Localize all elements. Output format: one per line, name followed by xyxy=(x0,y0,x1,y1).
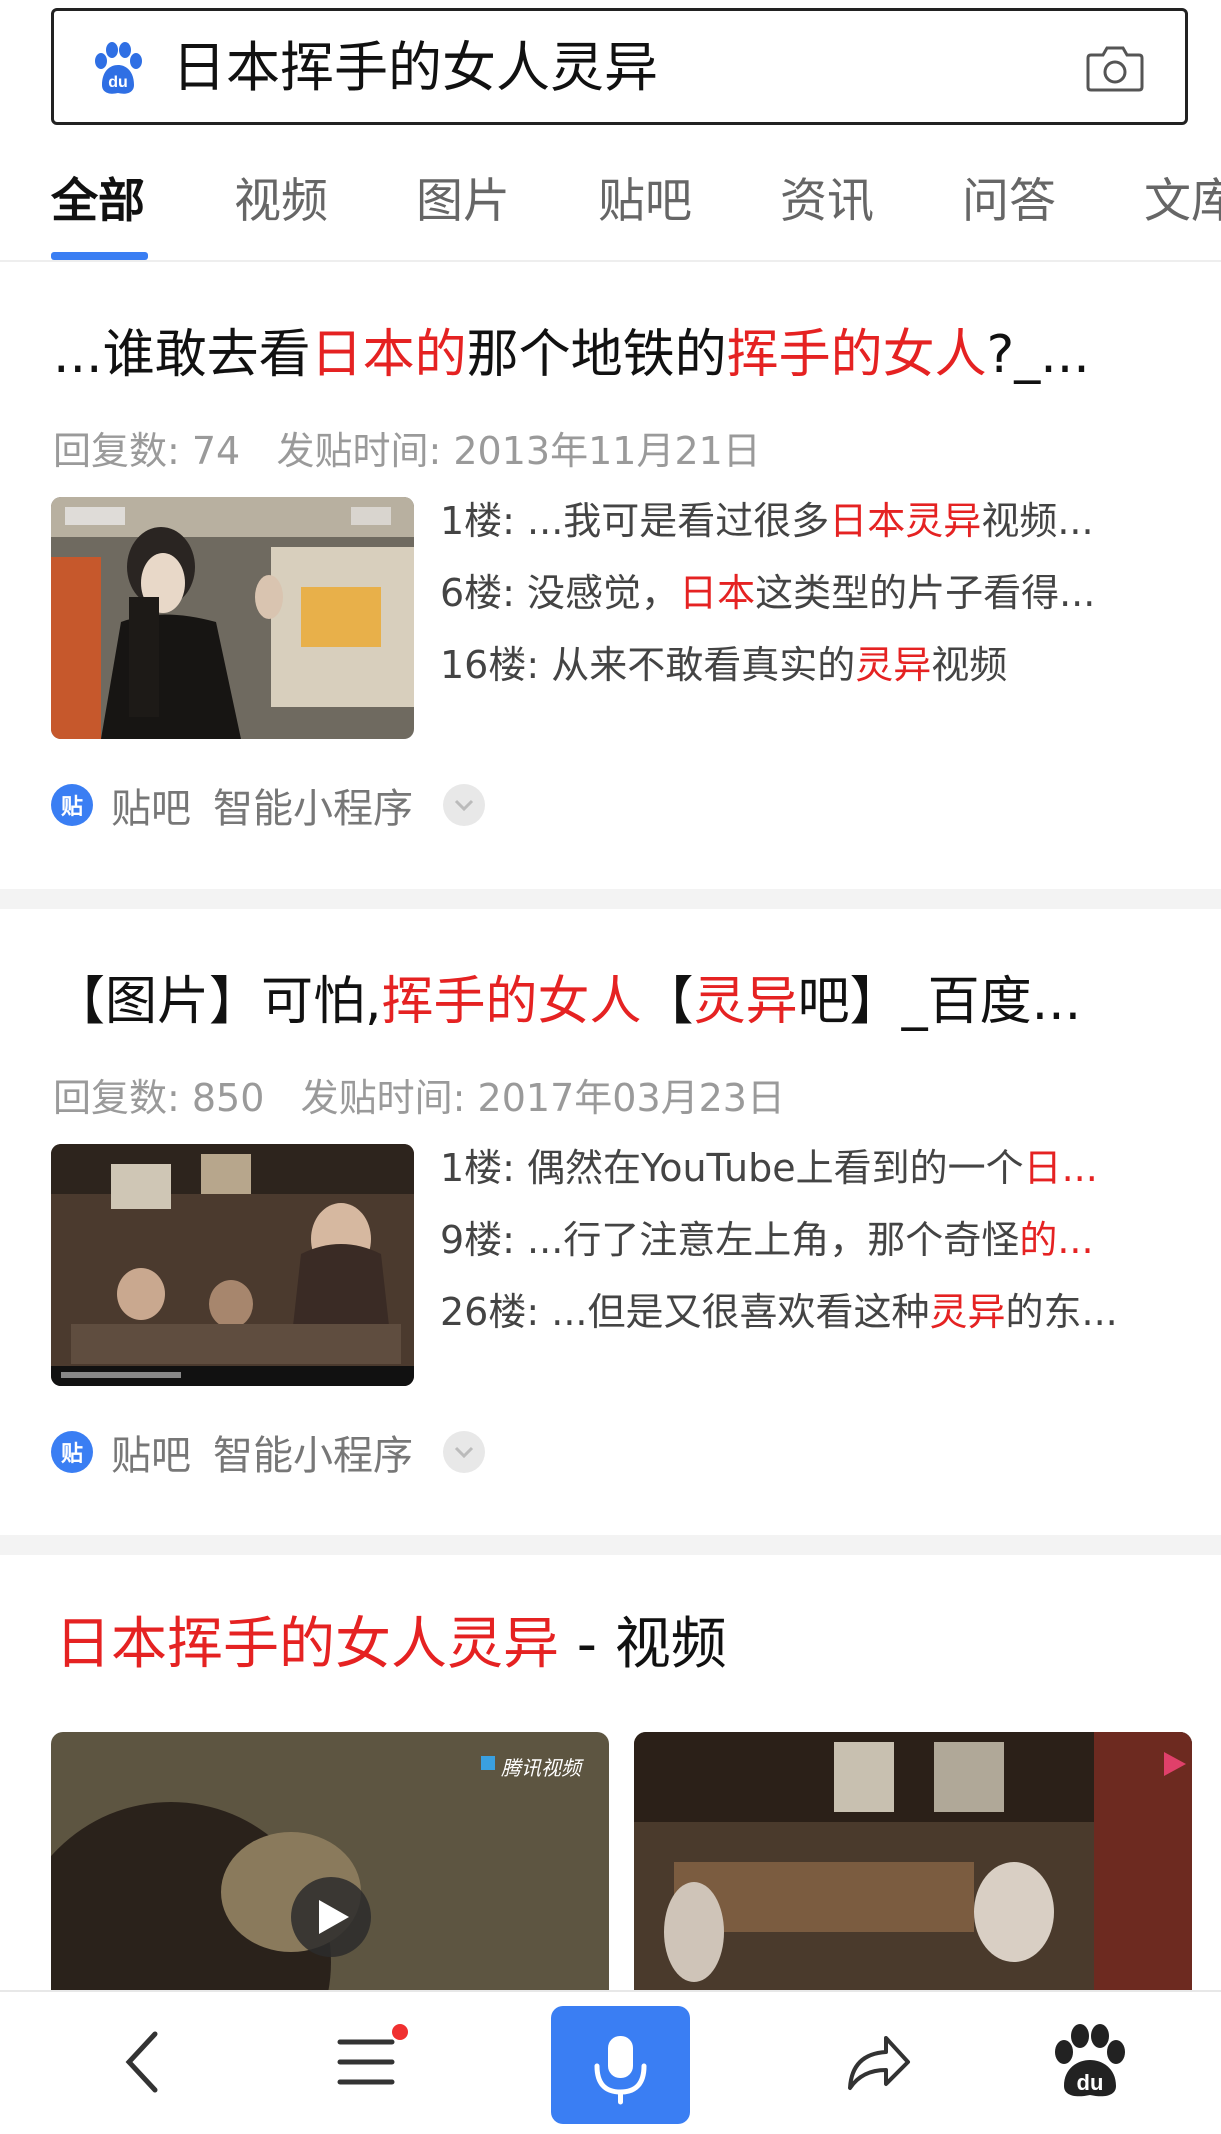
video-watermark: 腾讯视频 xyxy=(501,1756,581,1780)
tab-images[interactable]: 图片 xyxy=(416,172,510,232)
result-meta: 回复数: 74 发贴时间: 2013年11月21日 xyxy=(53,420,761,475)
post-time: 发贴时间: 2017年03月23日 xyxy=(300,1076,785,1120)
text-run: 视频... xyxy=(981,499,1094,543)
bottom-toolbar: du xyxy=(0,1990,1221,2134)
search-input[interactable]: 日本挥手的女人灵异 xyxy=(172,37,658,99)
video-section-title[interactable]: 日本挥手的女人灵异 - 视频 xyxy=(55,1610,727,1680)
reply-count: 回复数: 850 xyxy=(53,1076,265,1120)
result-thumbnail[interactable] xyxy=(51,497,414,739)
tab-wenku[interactable]: 文库 xyxy=(1144,172,1221,232)
text-run: 【图片】可怕, xyxy=(53,972,382,1032)
text-run: 6楼: 没感觉， xyxy=(440,571,680,615)
svg-text:du: du xyxy=(1077,2070,1104,2095)
highlighted-text: 灵异 xyxy=(855,643,932,687)
highlighted-text: 日... xyxy=(1023,1146,1098,1190)
baidu-paw-icon[interactable]: du xyxy=(90,41,146,97)
video-section-title-suffix: - 视频 xyxy=(559,1612,727,1677)
result-snippets: 1楼: ...我可是看过很多日本灵异视频... 6楼: 没感觉，日本这类型的片子… xyxy=(440,485,1180,701)
post-time: 发贴时间: 2013年11月21日 xyxy=(276,429,761,473)
text-run: 那个地铁的 xyxy=(466,325,727,385)
highlighted-text: 日本 xyxy=(679,571,756,615)
source-extra: 智能小程序 xyxy=(213,786,413,832)
text-run: 这类型的片子看得... xyxy=(755,571,1096,615)
result-source[interactable]: 贴 贴吧 智能小程序 xyxy=(51,780,485,832)
source-name: 贴吧 xyxy=(111,786,191,832)
search-results-page: du 日本挥手的女人灵异 全部 视频 图片 贴吧 资讯 问答 文库 ...谁敢去… xyxy=(0,0,1221,2134)
back-arrow-icon[interactable] xyxy=(93,2012,193,2112)
tab-all[interactable]: 全部 xyxy=(51,172,145,232)
text-run: 吧】_百度... xyxy=(797,972,1082,1032)
snippet-line[interactable]: 16楼: 从来不敢看真实的灵异视频 xyxy=(440,629,1180,701)
snippet-line[interactable]: 1楼: 偶然在YouTube上看到的一个日... xyxy=(440,1132,1180,1204)
text-run: 26楼: ...但是又很喜欢看这种 xyxy=(440,1290,930,1334)
tab-tieba[interactable]: 贴吧 xyxy=(598,172,692,232)
video-card[interactable]: 腾讯视频 xyxy=(51,1732,609,1992)
snippet-line[interactable]: 6楼: 没感觉，日本这类型的片子看得... xyxy=(440,557,1180,629)
snippet-line[interactable]: 26楼: ...但是又很喜欢看这种灵异的东... xyxy=(440,1276,1180,1348)
result-snippets: 1楼: 偶然在YouTube上看到的一个日... 9楼: ...行了注意左上角，… xyxy=(440,1132,1180,1348)
highlighted-text: 灵异 xyxy=(693,972,798,1032)
tab-video[interactable]: 视频 xyxy=(234,172,328,232)
section-divider xyxy=(0,1535,1221,1555)
highlighted-text: 日本的 xyxy=(310,325,467,385)
highlighted-text: 日本灵异 xyxy=(829,499,982,543)
snippet-line[interactable]: 9楼: ...行了注意左上角，那个奇怪的... xyxy=(440,1204,1180,1276)
result-meta: 回复数: 850 发贴时间: 2017年03月23日 xyxy=(53,1067,785,1122)
text-run: 1楼: ...我可是看过很多 xyxy=(440,499,830,543)
source-name: 贴吧 xyxy=(111,1433,191,1479)
chevron-down-icon[interactable] xyxy=(443,784,485,826)
text-run: 9楼: ...行了注意左上角，那个奇怪 xyxy=(440,1218,1020,1262)
reply-count: 回复数: 74 xyxy=(53,429,241,473)
search-box[interactable]: du 日本挥手的女人灵异 xyxy=(51,8,1188,125)
section-divider xyxy=(0,889,1221,909)
tab-news[interactable]: 资讯 xyxy=(780,172,874,232)
menu-button[interactable] xyxy=(316,2012,416,2112)
highlighted-text: 挥手的女人 xyxy=(726,325,987,385)
result-title-link[interactable]: ...谁敢去看日本的那个地铁的挥手的女人?_... xyxy=(53,322,1183,388)
notification-dot xyxy=(392,2024,408,2040)
tab-qa[interactable]: 问答 xyxy=(962,172,1056,232)
result-source[interactable]: 贴 贴吧 智能小程序 xyxy=(51,1427,485,1479)
divider xyxy=(0,260,1221,262)
baidu-home-icon[interactable]: du xyxy=(1040,2012,1140,2112)
text-run: 视频 xyxy=(931,643,1008,687)
tieba-icon: 贴 xyxy=(51,1431,93,1473)
chevron-down-icon[interactable] xyxy=(443,1431,485,1473)
active-tab-indicator xyxy=(51,252,148,260)
highlighted-text: 灵异 xyxy=(929,1290,1006,1334)
text-run: ?_... xyxy=(986,325,1090,385)
share-icon[interactable] xyxy=(826,2012,926,2112)
tieba-icon: 贴 xyxy=(51,784,93,826)
text-run: 1楼: 偶然在YouTube上看到的一个 xyxy=(440,1146,1024,1190)
text-run: ...谁敢去看 xyxy=(53,325,311,385)
result-thumbnail[interactable] xyxy=(51,1144,414,1386)
source-extra: 智能小程序 xyxy=(213,1433,413,1479)
highlighted-text: 的... xyxy=(1019,1218,1094,1262)
highlighted-text: 挥手的女人 xyxy=(381,972,642,1032)
snippet-line[interactable]: 1楼: ...我可是看过很多日本灵异视频... xyxy=(440,485,1180,557)
voice-search-button[interactable] xyxy=(551,2006,690,2124)
video-section-title-highlight: 日本挥手的女人灵异 xyxy=(55,1612,559,1677)
text-run: 的东... xyxy=(1005,1290,1118,1334)
camera-icon[interactable] xyxy=(1085,43,1145,93)
video-card[interactable] xyxy=(634,1732,1192,1992)
result-title-link[interactable]: 【图片】可怕,挥手的女人【灵异吧】_百度... xyxy=(53,969,1183,1035)
tab-bar: 全部 视频 图片 贴吧 资讯 问答 文库 xyxy=(0,160,1221,262)
text-run: 16楼: 从来不敢看真实的 xyxy=(440,643,856,687)
microphone-icon xyxy=(594,2036,647,2105)
svg-text:du: du xyxy=(108,74,128,91)
text-run: 【 xyxy=(641,972,694,1032)
